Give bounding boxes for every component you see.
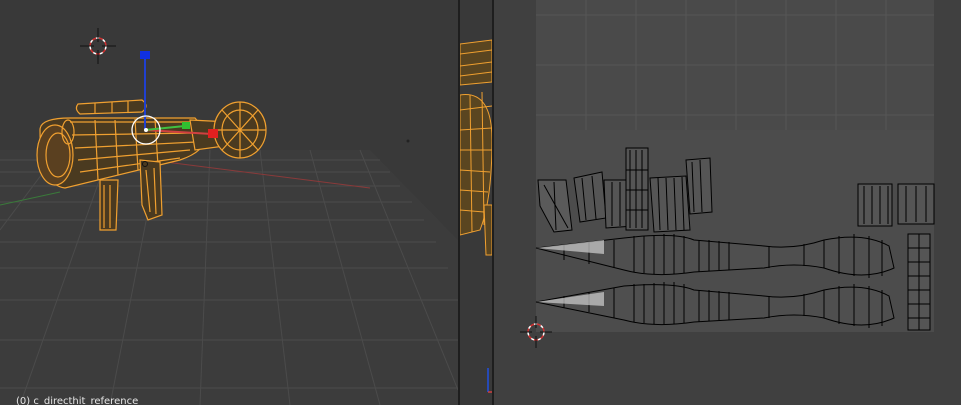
3d-cursor-icon[interactable] bbox=[80, 28, 116, 64]
3d-viewport-secondary[interactable] bbox=[460, 0, 492, 405]
uv-image-editor[interactable] bbox=[494, 0, 961, 405]
pivot-dot bbox=[406, 139, 410, 143]
viewport-canvas[interactable] bbox=[0, 0, 458, 405]
mesh-closeup bbox=[460, 39, 492, 256]
floor-grid bbox=[0, 149, 458, 405]
3d-viewport[interactable]: (0) c_directhit_reference bbox=[0, 0, 458, 405]
object-name-label: (0) c_directhit_reference bbox=[16, 396, 139, 405]
viewport-secondary-canvas[interactable] bbox=[460, 0, 492, 405]
uv-canvas[interactable] bbox=[494, 0, 961, 405]
